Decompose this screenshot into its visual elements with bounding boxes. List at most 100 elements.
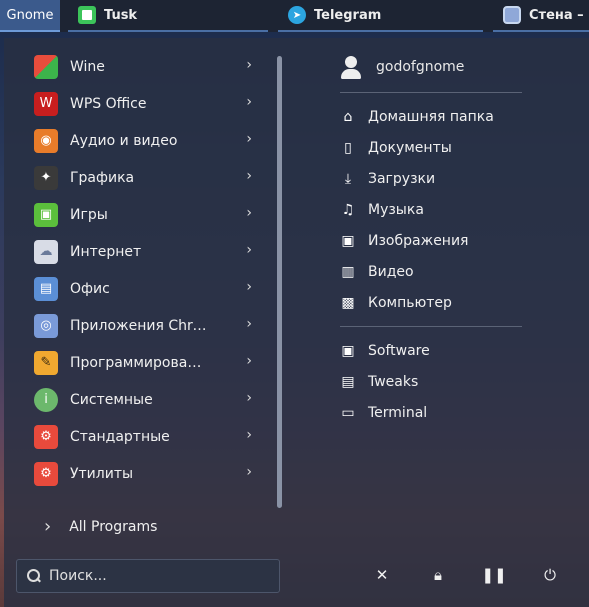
- computer-icon: ▩: [341, 294, 355, 311]
- place-label: Документы: [368, 139, 452, 156]
- category-wps-office[interactable]: W WPS Office ›: [34, 85, 264, 122]
- app-label: Tweaks: [368, 373, 419, 390]
- category-label: Программирование: [70, 354, 210, 371]
- chevron-right-icon: ›: [246, 242, 252, 258]
- chevron-right-icon: ›: [246, 464, 252, 480]
- wine-icon: [34, 54, 58, 79]
- place-home[interactable]: ⌂ Домашняя папка: [340, 101, 530, 132]
- taskbar-item-label: Telegram: [314, 7, 382, 23]
- chevron-right-icon: ›: [246, 279, 252, 295]
- games-icon: ▣: [34, 202, 58, 227]
- programming-icon: ✎: [34, 350, 58, 375]
- divider: [340, 92, 522, 93]
- video-icon: ▥: [341, 263, 355, 280]
- application-menu: Wine › W WPS Office › ◉ Аудио и видео › …: [4, 38, 589, 607]
- app-terminal[interactable]: ▭ Terminal: [340, 397, 530, 428]
- category-label: Системные: [70, 391, 153, 408]
- search-input[interactable]: Поиск...: [49, 568, 107, 584]
- audio-video-icon: ◉: [34, 128, 58, 153]
- place-label: Компьютер: [368, 294, 452, 311]
- chevron-right-icon: ›: [246, 427, 252, 443]
- category-label: Офис: [70, 280, 110, 297]
- chevron-right-icon: ›: [246, 131, 252, 147]
- category-label: Wine: [70, 58, 105, 75]
- chevron-right-icon: ›: [246, 316, 252, 332]
- category-audio-video[interactable]: ◉ Аудио и видео ›: [34, 122, 264, 159]
- lock-button[interactable]: 🔒︎: [410, 560, 466, 590]
- chevron-right-icon: ›: [246, 57, 252, 73]
- search-box[interactable]: Поиск...: [16, 559, 280, 593]
- tweaks-icon: ▤: [341, 373, 355, 390]
- category-label: Приложения Chro…: [70, 317, 210, 334]
- app-software[interactable]: ▣ Software: [340, 335, 530, 366]
- category-label: WPS Office: [70, 95, 147, 112]
- user-account[interactable]: godofgnome: [340, 50, 530, 84]
- taskbar-item-telegram[interactable]: ➤ Telegram: [278, 0, 483, 32]
- image-icon: ▣: [341, 232, 355, 249]
- taskbar-item-label: Tusk: [104, 7, 138, 23]
- chevron-right-icon: ›: [246, 205, 252, 221]
- session-buttons: ✕ 🔒︎ ❚❚ ⏻: [354, 560, 578, 590]
- office-icon: ▤: [34, 276, 58, 301]
- pause-icon: ❚❚: [481, 566, 507, 584]
- document-icon: ▯: [344, 139, 352, 156]
- download-icon: ⤓: [344, 170, 352, 187]
- place-label: Домашняя папка: [368, 108, 494, 125]
- place-computer[interactable]: ▩ Компьютер: [340, 287, 530, 318]
- taskbar-item-label: Стена –: [529, 7, 584, 23]
- chevron-right-icon: ›: [246, 168, 252, 184]
- chevron-right-icon: ›: [246, 94, 252, 110]
- gnome-start-button[interactable]: Gnome: [0, 0, 60, 32]
- place-downloads[interactable]: ⤓ Загрузки: [340, 163, 530, 194]
- taskbar-item-tusk[interactable]: Tusk: [68, 0, 268, 32]
- chrome-apps-icon: ◎: [34, 313, 58, 338]
- place-videos[interactable]: ▥ Видео: [340, 256, 530, 287]
- chevron-right-icon: ›: [44, 516, 52, 537]
- place-documents[interactable]: ▯ Документы: [340, 132, 530, 163]
- system-icon: i: [34, 387, 58, 412]
- telegram-icon: ➤: [288, 6, 306, 24]
- software-icon: ▣: [341, 342, 355, 359]
- category-label: Игры: [70, 206, 108, 223]
- place-label: Изображения: [368, 232, 469, 249]
- places-panel: godofgnome ⌂ Домашняя папка ▯ Документы …: [340, 50, 530, 428]
- category-label: Аудио и видео: [70, 132, 178, 149]
- place-label: Музыка: [368, 201, 424, 218]
- browser-icon: [503, 6, 521, 24]
- close-button[interactable]: ✕: [354, 560, 410, 590]
- all-programs-label: All Programs: [69, 518, 158, 535]
- category-label: Графика: [70, 169, 135, 186]
- internet-icon: ☁: [34, 239, 58, 264]
- all-programs-button[interactable]: › All Programs: [44, 516, 157, 537]
- category-chrome-apps[interactable]: ◎ Приложения Chro… ›: [34, 307, 264, 344]
- power-button[interactable]: ⏻: [522, 560, 578, 590]
- close-icon: ✕: [375, 566, 389, 584]
- app-label: Terminal: [368, 404, 428, 421]
- category-graphics[interactable]: ✦ Графика ›: [34, 159, 264, 196]
- suspend-button[interactable]: ❚❚: [466, 560, 522, 590]
- category-wine[interactable]: Wine ›: [34, 48, 264, 85]
- category-programming[interactable]: ✎ Программирование ›: [34, 344, 264, 381]
- category-system[interactable]: i Системные ›: [34, 381, 264, 418]
- taskbar-item-wall[interactable]: Стена –: [493, 0, 589, 32]
- power-icon: ⏻: [544, 566, 556, 584]
- place-pictures[interactable]: ▣ Изображения: [340, 225, 530, 256]
- category-label: Интернет: [70, 243, 142, 260]
- app-tweaks[interactable]: ▤ Tweaks: [340, 366, 530, 397]
- divider: [340, 326, 522, 327]
- category-games[interactable]: ▣ Игры ›: [34, 196, 264, 233]
- place-label: Загрузки: [368, 170, 436, 187]
- category-office[interactable]: ▤ Офис ›: [34, 270, 264, 307]
- category-list: Wine › W WPS Office › ◉ Аудио и видео › …: [34, 48, 264, 492]
- music-icon: ♫: [341, 201, 355, 218]
- search-icon: [27, 569, 41, 583]
- category-internet[interactable]: ☁ Интернет ›: [34, 233, 264, 270]
- lock-icon: 🔒︎: [434, 566, 442, 584]
- category-label: Утилиты: [70, 465, 134, 482]
- category-scrollbar[interactable]: [277, 56, 282, 508]
- place-music[interactable]: ♫ Музыка: [340, 194, 530, 225]
- category-utilities[interactable]: ⚙ Утилиты ›: [34, 455, 264, 492]
- user-icon: [340, 54, 362, 80]
- category-accessories[interactable]: ⚙ Стандартные ›: [34, 418, 264, 455]
- graphics-icon: ✦: [34, 165, 58, 190]
